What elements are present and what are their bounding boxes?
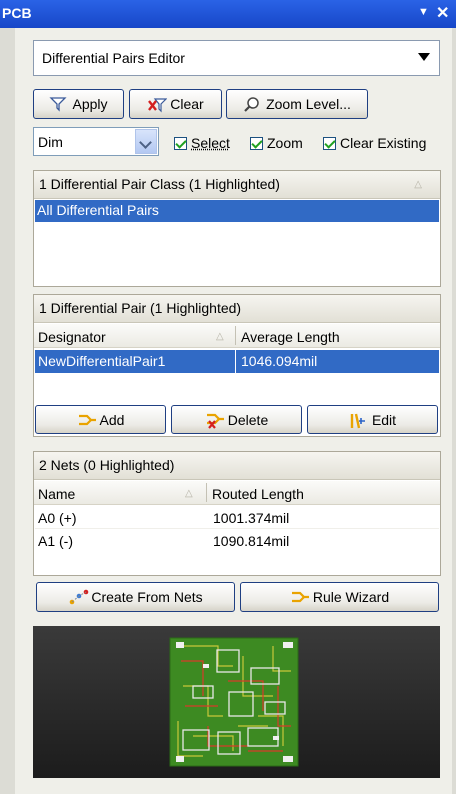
sort-icon[interactable]: △	[185, 488, 193, 499]
zoom-checkbox[interactable]: Zoom	[250, 135, 303, 151]
create-from-nets-icon	[68, 589, 89, 605]
create-from-nets-button[interactable]: Create From Nets	[36, 582, 235, 612]
add-label: Add	[99, 411, 125, 428]
apply-button[interactable]: Apply	[33, 89, 124, 119]
table-row[interactable]: A0 (+) 1001.374mil	[35, 507, 439, 529]
table-row[interactable]: NewDifferentialPair1 1046.094mil	[35, 350, 439, 373]
mask-mode-value: Dim	[38, 134, 63, 150]
zoom-level-label: Zoom Level...	[266, 96, 351, 112]
pairs-column-header: Designator △ Average Length	[34, 324, 440, 348]
zoom-label: Zoom	[267, 135, 303, 151]
table-row[interactable]: A1 (-) 1090.814mil	[35, 530, 439, 552]
apply-label: Apply	[72, 96, 108, 112]
checkbox-checked-icon[interactable]	[323, 136, 336, 150]
mode-select[interactable]: Differential Pairs Editor	[33, 40, 440, 76]
zoom-level-button[interactable]: Zoom Level...	[226, 89, 368, 119]
name-column[interactable]: Name	[38, 486, 75, 502]
edit-pair-icon	[349, 412, 367, 428]
classes-header: 1 Differential Pair Class (1 Highlighted…	[34, 171, 440, 199]
nets-header-label: 2 Nets (0 Highlighted)	[39, 457, 175, 473]
add-pair-icon	[77, 412, 96, 428]
delete-label: Delete	[227, 411, 269, 428]
add-pair-button[interactable]: Add	[35, 405, 166, 434]
clear-existing-checkbox[interactable]: Clear Existing	[323, 135, 426, 151]
pairs-header-label: 1 Differential Pair (1 Highlighted)	[39, 300, 242, 316]
delete-pair-icon	[205, 412, 224, 429]
edit-label: Edit	[371, 411, 397, 428]
clear-label: Clear	[170, 96, 204, 112]
rule-wizard-label: Rule Wizard	[312, 589, 390, 605]
rule-wizard-icon	[290, 589, 309, 605]
pcb-board-thumbnail[interactable]	[33, 626, 440, 778]
nets-column-header: Name △ Routed Length	[34, 481, 440, 505]
panel-title-bar[interactable]: PCB ▼ ✕	[0, 0, 456, 28]
delete-pair-button[interactable]: Delete	[171, 405, 302, 434]
mask-mode-select[interactable]: Dim	[33, 127, 159, 156]
clear-filter-icon	[147, 96, 168, 113]
clear-button[interactable]: Clear	[129, 89, 222, 119]
sort-icon[interactable]: △	[216, 331, 224, 342]
checkbox-checked-icon[interactable]	[250, 136, 263, 150]
designator-column[interactable]: Designator	[38, 329, 106, 345]
routed-length-column[interactable]: Routed Length	[212, 486, 304, 502]
chevron-down-icon[interactable]	[418, 53, 430, 61]
classes-header-label: 1 Differential Pair Class (1 Highlighted…	[39, 176, 280, 192]
average-length-column[interactable]: Average Length	[241, 329, 340, 345]
panel-title: PCB	[2, 5, 32, 21]
clear-existing-label: Clear Existing	[340, 135, 427, 151]
pairs-header: 1 Differential Pair (1 Highlighted)	[34, 295, 440, 323]
sort-icon[interactable]: △	[414, 179, 422, 190]
filter-icon	[49, 96, 68, 112]
chevron-down-icon[interactable]	[135, 129, 157, 154]
nets-header: 2 Nets (0 Highlighted)	[34, 452, 440, 480]
class-row-all[interactable]: All Differential Pairs	[35, 200, 439, 222]
select-checkbox[interactable]: Select	[174, 135, 230, 151]
create-from-nets-label: Create From Nets	[91, 589, 203, 605]
panel-menu-icon[interactable]: ▼	[418, 6, 429, 18]
differential-pair-classes-panel: 1 Differential Pair Class (1 Highlighted…	[33, 170, 441, 287]
rule-wizard-button[interactable]: Rule Wizard	[240, 582, 439, 612]
select-label: Select	[191, 135, 230, 151]
close-icon[interactable]: ✕	[436, 3, 449, 23]
magnifier-icon	[243, 96, 261, 112]
checkbox-checked-icon[interactable]	[174, 136, 187, 150]
mode-select-value: Differential Pairs Editor	[42, 50, 185, 66]
nets-panel: 2 Nets (0 Highlighted) Name △ Routed Len…	[33, 451, 441, 576]
edit-pair-button[interactable]: Edit	[307, 405, 438, 434]
board-preview[interactable]	[33, 626, 440, 778]
